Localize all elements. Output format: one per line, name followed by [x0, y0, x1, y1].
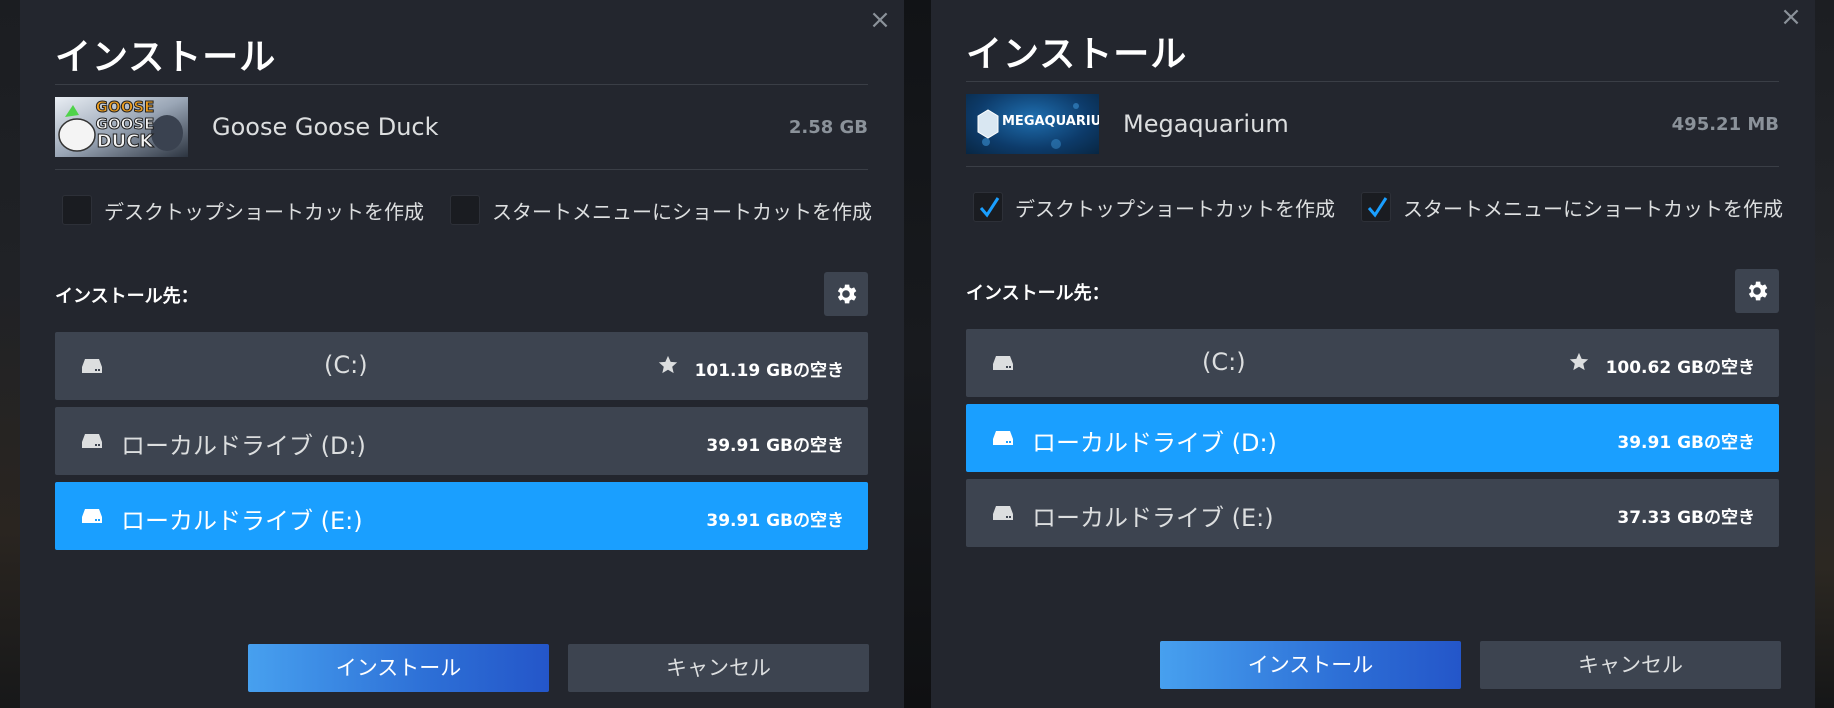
game-name: Megaquarium [1123, 110, 1289, 138]
drive-free-space: 37.33 GBの空き [1617, 508, 1755, 528]
drive-icon [82, 359, 102, 373]
start-menu-shortcut-option[interactable]: スタートメニューにショートカットを作成 [1361, 187, 1783, 227]
divider [55, 84, 868, 85]
divider [55, 169, 868, 170]
game-thumbnail: MEGAQUARIUM [966, 94, 1099, 154]
desktop-shortcut-option[interactable]: デスクトップショートカットを作成 [973, 187, 1335, 227]
star-icon [1569, 352, 1589, 371]
cancel-button[interactable]: キャンセル [568, 644, 869, 692]
background-strip-left [0, 0, 20, 708]
drive-icon [993, 431, 1013, 445]
settings-button[interactable] [1735, 269, 1779, 313]
drive-row-e[interactable]: ローカルドライブ (E:) 37.33 GBの空き [966, 479, 1779, 547]
game-thumbnail: GOOSE GOOSE DUCK [55, 97, 188, 157]
drive-row-e[interactable]: ローカルドライブ (E:) 39.91 GBの空き [55, 482, 868, 550]
install-button[interactable]: インストール [248, 644, 549, 692]
start-menu-shortcut-label: スタートメニューにショートカットを作成 [1403, 196, 1783, 221]
install-dialog-megaquarium: × インストール MEGAQUARIUM Megaquarium 495.21 … [931, 0, 1815, 708]
game-size: 2.58 GB [788, 117, 868, 138]
game-size: 495.21 MB [1671, 114, 1779, 135]
background-strip-middle [904, 0, 931, 708]
logo-text: MEGAQUARIUM [1002, 114, 1099, 129]
drive-free-space: 39.91 GBの空き [1617, 433, 1755, 453]
checkmark-icon [1367, 197, 1388, 218]
gear-icon [1748, 281, 1768, 301]
checkmark-icon [979, 197, 1000, 218]
star-icon [658, 355, 678, 374]
drive-row-c[interactable]: (C:) 100.62 GBの空き [966, 329, 1779, 397]
settings-button[interactable] [824, 272, 868, 316]
drive-name: ローカルドライブ (E:) [121, 507, 363, 535]
gear-icon [837, 284, 857, 304]
desktop-shortcut-checkbox[interactable] [62, 195, 92, 225]
start-menu-shortcut-checkbox[interactable] [1361, 192, 1391, 222]
drive-free-space: 39.91 GBの空き [706, 511, 844, 531]
desktop-shortcut-label: デスクトップショートカットを作成 [1015, 196, 1335, 221]
close-icon[interactable]: × [868, 7, 892, 33]
dialog-title: インストール [55, 37, 277, 78]
drive-free-space: 39.91 GBの空き [706, 436, 844, 456]
start-menu-shortcut-checkbox[interactable] [450, 195, 480, 225]
drive-name: ローカルドライブ (D:) [121, 432, 366, 460]
divider [966, 81, 1779, 82]
dialog-title: インストール [966, 34, 1188, 75]
install-button[interactable]: インストール [1160, 641, 1461, 689]
logo-text: DUCK [96, 131, 154, 152]
start-menu-shortcut-option[interactable]: スタートメニューにショートカットを作成 [450, 190, 872, 230]
desktop-shortcut-option[interactable]: デスクトップショートカットを作成 [62, 190, 424, 230]
drive-icon [993, 506, 1013, 520]
start-menu-shortcut-label: スタートメニューにショートカットを作成 [492, 199, 872, 224]
drive-icon [993, 356, 1013, 370]
divider [966, 166, 1779, 167]
background-strip-right [1815, 0, 1834, 708]
desktop-shortcut-label: デスクトップショートカットを作成 [104, 199, 424, 224]
drive-name: (C:) [1202, 348, 1246, 376]
game-row: GOOSE GOOSE DUCK Goose Goose Duck 2.58 G… [55, 97, 868, 157]
drive-name: ローカルドライブ (E:) [1032, 504, 1274, 532]
drive-row-c[interactable]: (C:) 101.19 GBの空き [55, 332, 868, 400]
drive-name: (C:) [324, 351, 368, 379]
game-name: Goose Goose Duck [212, 113, 439, 141]
install-destination-label: インストール先： [55, 286, 199, 307]
desktop-shortcut-checkbox[interactable] [973, 192, 1003, 222]
drive-row-d[interactable]: ローカルドライブ (D:) 39.91 GBの空き [966, 404, 1779, 472]
drive-row-d[interactable]: ローカルドライブ (D:) 39.91 GBの空き [55, 407, 868, 475]
drive-free-space: 100.62 GBの空き [1605, 358, 1755, 378]
game-row: MEGAQUARIUM Megaquarium 495.21 MB [966, 94, 1779, 154]
logo-text: GOOSE [95, 98, 155, 116]
cancel-button[interactable]: キャンセル [1480, 641, 1781, 689]
drive-icon [82, 434, 102, 448]
drive-icon [82, 509, 102, 523]
install-dialog-goose-goose-duck: × インストール GOOSE GOOSE DUCK Goose Goose Du… [20, 0, 904, 708]
drive-free-space: 101.19 GBの空き [694, 361, 844, 381]
drive-name: ローカルドライブ (D:) [1032, 429, 1277, 457]
close-icon[interactable]: × [1779, 4, 1803, 30]
install-destination-label: インストール先： [966, 283, 1110, 304]
